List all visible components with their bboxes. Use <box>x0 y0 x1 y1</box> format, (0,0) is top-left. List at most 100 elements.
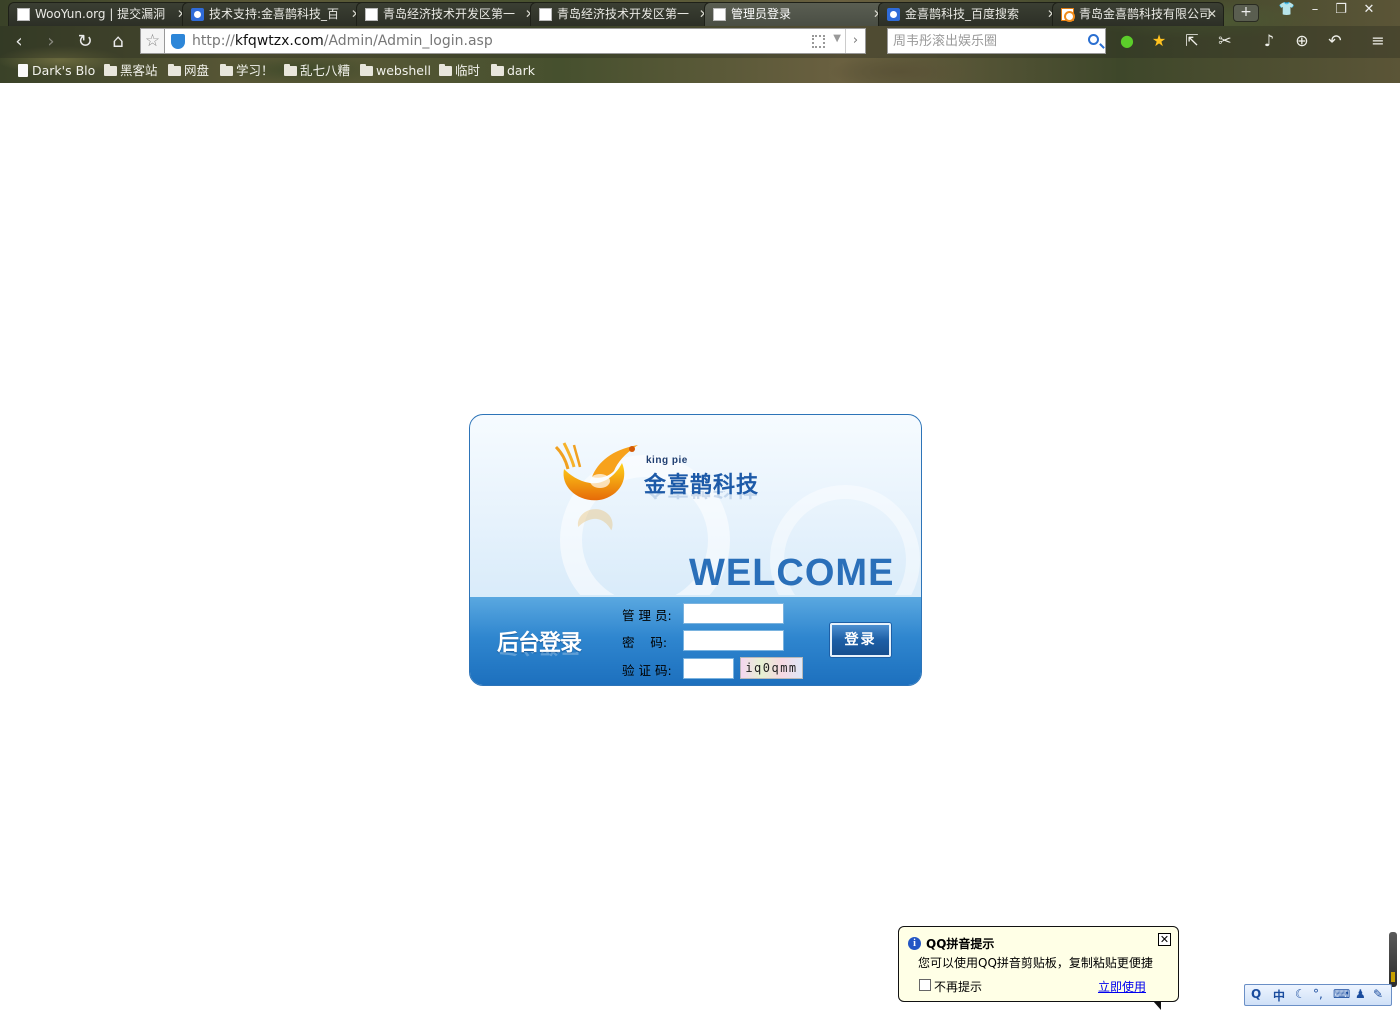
password-field[interactable] <box>683 630 784 651</box>
folder-icon <box>491 64 504 76</box>
search-icon[interactable] <box>1088 34 1099 45</box>
dont-show-again-checkbox[interactable] <box>919 979 931 991</box>
dropdown-icon[interactable]: ▼ <box>833 33 841 44</box>
keyboard-icon[interactable]: ⌨ <box>1333 987 1350 1001</box>
qr-code-icon[interactable] <box>812 35 825 48</box>
punctuation-icon[interactable]: °, <box>1313 987 1323 1001</box>
folder-icon <box>360 64 373 76</box>
scissors-icon[interactable]: ✂ <box>1214 30 1236 52</box>
browser-chrome: WooYun.org | 提交漏洞 ✕ 技术支持:金喜鹊科技_百 ✕ 青岛经济技… <box>0 0 1400 83</box>
share-icon[interactable]: ⇱ <box>1181 30 1203 52</box>
admin-login-panel: king pie 金喜鹊科技 金喜鹊科技 WELCOME 后台登录 后台登录 管… <box>469 414 922 686</box>
volume-icon[interactable]: ♪ <box>1258 30 1280 52</box>
nav-toolbar: ‹ › ↻ ⌂ ☆ http://kfqwtzx.com/Admin/Admin… <box>0 26 1400 58</box>
bookmarks-bar: Dark's Blo 黑客站 网盘 学习！ 乱七八糟 webshell 临时 d… <box>0 58 1400 83</box>
close-icon[interactable]: ✕ <box>1207 3 1217 25</box>
tab-strip: WooYun.org | 提交漏洞 ✕ 技术支持:金喜鹊科技_百 ✕ 青岛经济技… <box>0 0 1400 26</box>
bookmark-folder-misc[interactable]: 乱七八糟 <box>284 62 350 80</box>
address-bar[interactable]: http://kfqwtzx.com/Admin/Admin_login.asp… <box>164 28 866 54</box>
bookmark-label: 黑客站 <box>120 63 158 78</box>
favorites-star-icon[interactable]: ★ <box>1148 30 1170 52</box>
bookmark-folder-netdisk[interactable]: 网盘 <box>168 62 209 80</box>
tooltip-title: QQ拼音提示 <box>926 937 995 951</box>
url-text[interactable]: http://kfqwtzx.com/Admin/Admin_login.asp <box>192 33 493 49</box>
tooltip-message: 您可以使用QQ拼音剪贴板，复制粘贴更便捷 <box>918 956 1153 970</box>
bookmark-label: webshell <box>376 63 431 78</box>
go-button[interactable]: › <box>845 29 865 53</box>
tab-wooyun[interactable]: WooYun.org | 提交漏洞 ✕ <box>8 2 194 26</box>
baidu-icon <box>191 8 204 21</box>
info-icon: i <box>908 937 921 950</box>
new-tab-button[interactable]: + <box>1233 4 1259 22</box>
restore-button[interactable]: ❐ <box>1328 2 1354 17</box>
folder-icon <box>168 64 181 76</box>
wechat-icon[interactable]: ● <box>1116 30 1138 52</box>
captcha-image[interactable]: iq0qmm <box>740 657 803 679</box>
bookmark-star-icon[interactable]: ☆ <box>140 28 164 54</box>
bookmark-label: dark <box>507 63 535 78</box>
folder-icon <box>104 64 117 76</box>
shirt-icon[interactable]: 👕 <box>1274 2 1300 17</box>
tab-title: 金喜鹊科技_百度搜索 <box>905 7 1020 21</box>
tab-admin-login[interactable]: 管理员登录 ✕ <box>704 2 890 26</box>
forward-button[interactable]: › <box>38 30 64 54</box>
back-button[interactable]: ‹ <box>6 30 32 54</box>
page-icon <box>18 64 28 77</box>
download-icon[interactable]: ⊕ <box>1291 30 1313 52</box>
tab-company[interactable]: 青岛金喜鹊科技有限公司 ✕ <box>1052 2 1224 26</box>
username-label: 管 理 员: <box>622 608 672 623</box>
captcha-field[interactable] <box>683 658 734 679</box>
reload-button[interactable]: ↻ <box>72 30 98 54</box>
baidu-icon <box>887 8 900 21</box>
username-field[interactable] <box>683 603 784 624</box>
url-path: /Admin/Admin_login.asp <box>323 33 493 49</box>
bookmark-label: 学习！ <box>236 63 274 78</box>
password-label: 密 码: <box>622 635 668 650</box>
logo-reflection <box>577 509 613 531</box>
user-icon[interactable]: ♟ <box>1355 987 1366 1001</box>
login-form: 后台登录 后台登录 管 理 员: 密 码: 验 证 码: iq0qmm 登录 <box>470 595 921 685</box>
bookmark-label: 临时 <box>455 63 481 78</box>
shield-icon <box>171 34 185 49</box>
folder-icon <box>439 64 452 76</box>
menu-icon[interactable]: ≡ <box>1367 30 1389 52</box>
close-window-button[interactable]: ✕ <box>1356 2 1382 17</box>
taskbar-handle[interactable] <box>1389 932 1397 987</box>
login-button[interactable]: 登录 <box>830 623 891 657</box>
use-now-link[interactable]: 立即使用 <box>1098 978 1146 995</box>
bookmark-folder-webshell[interactable]: webshell <box>360 62 431 80</box>
tab-qingdao-2[interactable]: 青岛经济技术开发区第一 ✕ <box>530 2 716 26</box>
ime-mode-toggle[interactable]: 中 <box>1273 987 1285 1004</box>
tab-baidu-search[interactable]: 金喜鹊科技_百度搜索 ✕ <box>878 2 1064 26</box>
search-input[interactable] <box>893 30 1083 52</box>
page-icon <box>539 8 552 21</box>
bookmark-folder-hacker[interactable]: 黑客站 <box>104 62 158 80</box>
login-heading-reflection: 后台登录 <box>497 652 581 662</box>
tab-title: 青岛金喜鹊科技有限公司 <box>1079 7 1212 21</box>
welcome-heading: WELCOME <box>689 552 895 594</box>
checkbox-label: 不再提示 <box>934 980 983 994</box>
minimize-button[interactable]: – <box>1302 2 1328 17</box>
page-icon <box>365 8 378 21</box>
tab-tech-support[interactable]: 技术支持:金喜鹊科技_百 ✕ <box>182 2 368 26</box>
bookmark-folder-dark[interactable]: dark <box>491 62 535 80</box>
close-icon[interactable]: ✕ <box>1158 933 1171 946</box>
home-button[interactable]: ⌂ <box>105 30 131 54</box>
bookmark-folder-study[interactable]: 学习！ <box>220 62 274 80</box>
tab-qingdao-1[interactable]: 青岛经济技术开发区第一 ✕ <box>356 2 542 26</box>
tab-title: 青岛经济技术开发区第一 <box>383 7 516 21</box>
folder-icon <box>220 64 233 76</box>
captcha-label: 验 证 码: <box>622 663 672 678</box>
qq-logo-icon[interactable]: Q <box>1251 987 1261 1001</box>
qq-pinyin-tooltip: i QQ拼音提示 ✕ 您可以使用QQ拼音剪贴板，复制粘贴更便捷 不再提示 立即使… <box>898 926 1179 1010</box>
undo-close-icon[interactable]: ↶ <box>1324 30 1346 52</box>
wrench-icon[interactable]: ✎ <box>1373 987 1383 1001</box>
bookmark-folder-temp[interactable]: 临时 <box>439 62 480 80</box>
bookmark-darks-blog[interactable]: Dark's Blo <box>16 62 95 80</box>
search-box[interactable] <box>887 28 1106 54</box>
page-icon <box>17 8 30 21</box>
moon-icon[interactable]: ☾ <box>1295 987 1306 1001</box>
logo-english-text: king pie <box>646 455 688 466</box>
page-icon <box>713 8 726 21</box>
magpie-logo-icon <box>554 442 638 501</box>
